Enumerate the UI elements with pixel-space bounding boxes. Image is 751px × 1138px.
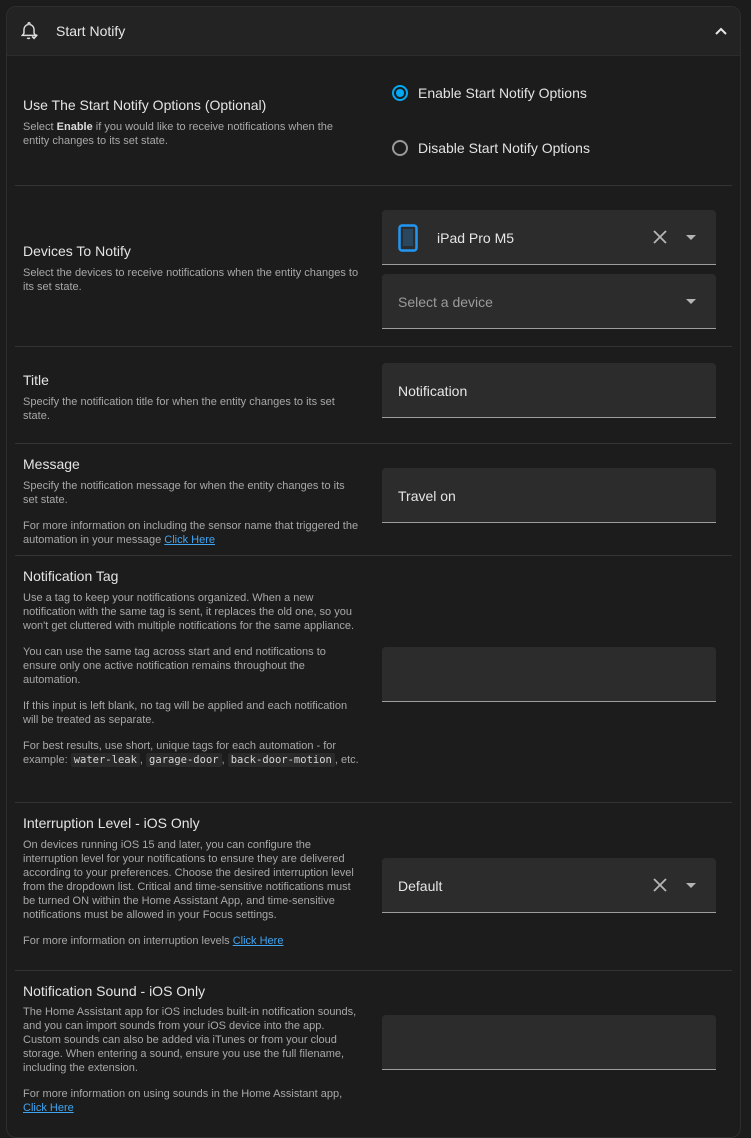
title-input[interactable]: Notification xyxy=(382,363,716,418)
divider xyxy=(15,443,732,444)
add-device-placeholder: Select a device xyxy=(398,294,493,310)
message-input-value: Travel on xyxy=(398,488,456,504)
enable-radio-label: Enable Start Notify Options xyxy=(418,85,587,101)
bell-check-icon xyxy=(18,20,40,47)
interruption-select-value: Default xyxy=(398,878,443,894)
divider xyxy=(15,802,732,803)
interruption-description: On devices running iOS 15 and later, you… xyxy=(23,839,354,947)
card-title: Start Notify xyxy=(56,23,126,39)
sound-help-link[interactable]: Click Here xyxy=(23,1102,74,1114)
tag-input[interactable] xyxy=(382,647,716,702)
tag-description: Use a tag to keep your notifications org… xyxy=(23,592,359,767)
divider xyxy=(15,185,732,186)
divider xyxy=(15,555,732,556)
message-description: Specify the notification message for whe… xyxy=(23,480,359,546)
dropdown-arrow-icon[interactable] xyxy=(686,235,696,240)
disable-radio[interactable]: Disable Start Notify Options xyxy=(392,140,590,156)
title-input-value: Notification xyxy=(398,383,468,399)
devices-description: Select the devices to receive notificati… xyxy=(23,267,359,293)
interruption-help-link[interactable]: Click Here xyxy=(233,935,284,947)
disable-radio-label: Disable Start Notify Options xyxy=(418,140,590,156)
message-input[interactable]: Travel on xyxy=(382,468,716,523)
title-title: Title xyxy=(23,372,49,388)
chevron-up-icon[interactable] xyxy=(714,24,728,43)
devices-title: Devices To Notify xyxy=(23,243,131,259)
use-options-title: Use The Start Notify Options (Optional) xyxy=(23,97,267,113)
tag-title: Notification Tag xyxy=(23,568,119,584)
device-name: iPad Pro M5 xyxy=(437,230,515,246)
sound-input[interactable] xyxy=(382,1015,716,1070)
dropdown-arrow-icon[interactable] xyxy=(686,299,696,304)
divider xyxy=(15,346,732,347)
interruption-select[interactable]: Default xyxy=(382,858,716,913)
add-device-select[interactable]: Select a device xyxy=(382,274,716,329)
dropdown-arrow-icon[interactable] xyxy=(686,883,696,888)
interruption-title: Interruption Level - iOS Only xyxy=(23,815,200,831)
sound-description: The Home Assistant app for iOS includes … xyxy=(23,1006,357,1114)
enable-radio[interactable]: Enable Start Notify Options xyxy=(392,85,587,101)
use-options-description: Select Enable if you would like to recei… xyxy=(23,121,334,147)
clear-icon[interactable] xyxy=(652,229,668,250)
radio-selected-icon[interactable] xyxy=(392,85,408,101)
divider xyxy=(15,970,732,971)
card-header[interactable]: Start Notify xyxy=(7,7,740,56)
message-title: Message xyxy=(23,456,80,472)
title-description: Specify the notification title for when … xyxy=(23,396,335,422)
sound-title: Notification Sound - iOS Only xyxy=(23,983,206,999)
clear-icon[interactable] xyxy=(652,877,668,898)
device-select-ipad[interactable]: iPad Pro M5 xyxy=(382,210,716,265)
tablet-icon xyxy=(398,224,418,257)
message-help-link[interactable]: Click Here xyxy=(164,534,215,546)
radio-unselected-icon[interactable] xyxy=(392,140,408,156)
start-notify-card: Start Notify Use The Start Notify Option… xyxy=(6,6,741,1138)
